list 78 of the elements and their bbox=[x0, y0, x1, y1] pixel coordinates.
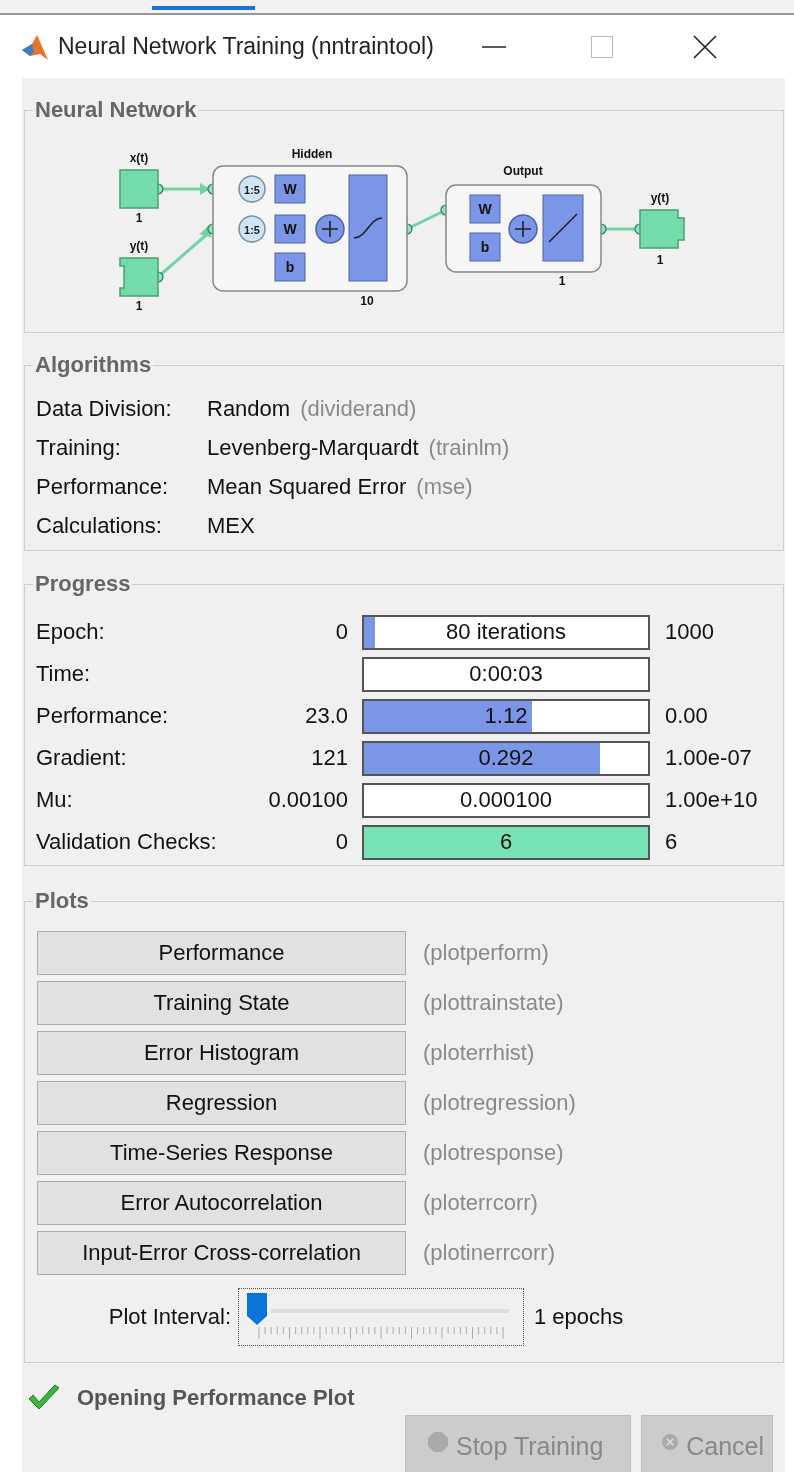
delay-node: 1:5 bbox=[238, 215, 266, 243]
plot-button[interactable]: Time-Series Response bbox=[37, 1131, 406, 1175]
end-value: 1.00e+10 bbox=[665, 787, 758, 813]
function-name: (trainlm) bbox=[428, 434, 510, 461]
start-value: 0 bbox=[335, 829, 348, 855]
function-name: (plotperform) bbox=[423, 939, 549, 967]
minimize-icon[interactable] bbox=[481, 45, 506, 48]
status-message: Opening Performance Plot bbox=[77, 1385, 355, 1411]
diagram-label: 1 bbox=[135, 299, 143, 313]
diagram-label: Hidden bbox=[291, 147, 333, 161]
function-name: (ploterrcorr) bbox=[423, 1189, 538, 1217]
end-value: 1.00e-07 bbox=[665, 745, 752, 771]
weight-block: W bbox=[469, 194, 501, 224]
transfer-function-block bbox=[542, 194, 584, 262]
delay-node: 1:5 bbox=[238, 175, 266, 203]
field-label: Calculations: bbox=[36, 512, 163, 539]
progress-label: Performance: bbox=[36, 703, 170, 729]
close-icon[interactable] bbox=[692, 34, 717, 59]
function-name: (dividerand) bbox=[300, 395, 417, 422]
stop-sign-icon bbox=[428, 1432, 448, 1452]
slider-reading: 1 epochs bbox=[534, 1304, 624, 1330]
progress-label: Gradient: bbox=[36, 745, 128, 771]
plot-button[interactable]: Training State bbox=[37, 981, 406, 1025]
diagram-label: x(t) bbox=[129, 151, 149, 165]
diagram-label: 1 bbox=[656, 253, 664, 267]
start-value: 121 bbox=[311, 745, 348, 771]
field-value: MEX bbox=[207, 512, 255, 539]
bar-value: 0.292 bbox=[478, 745, 534, 771]
field-label: Data Division: bbox=[36, 395, 173, 422]
field-label: Training: bbox=[36, 434, 122, 461]
bias-block: b bbox=[274, 252, 306, 282]
plot-button[interactable]: Input-Error Cross-correlation bbox=[37, 1231, 406, 1275]
progress-label: Mu: bbox=[36, 787, 74, 813]
bar-value: 6 bbox=[499, 829, 513, 855]
weight-block: W bbox=[274, 214, 306, 244]
function-name: (plotresponse) bbox=[423, 1139, 564, 1167]
progress-label: Time: bbox=[36, 661, 92, 687]
field-value: Mean Squared Error bbox=[207, 473, 407, 500]
plot-button[interactable]: Error Histogram bbox=[37, 1031, 406, 1075]
input-block bbox=[119, 169, 159, 209]
diagram-label: Output bbox=[503, 164, 543, 178]
diagram-label: 1 bbox=[558, 274, 566, 288]
function-name: (plotregression) bbox=[423, 1089, 576, 1117]
weight-block: W bbox=[274, 174, 306, 204]
slider-thumb[interactable] bbox=[246, 1292, 268, 1326]
plot-button[interactable]: Regression bbox=[37, 1081, 406, 1125]
progress-label: Validation Checks: bbox=[36, 829, 218, 855]
plot-button[interactable]: Performance bbox=[37, 931, 406, 975]
diagram-label: y(t) bbox=[650, 191, 670, 205]
input-block bbox=[119, 257, 159, 297]
plot-button[interactable]: Error Autocorrelation bbox=[37, 1181, 406, 1225]
function-name: (ploterrhist) bbox=[423, 1039, 535, 1067]
sum-node-icon bbox=[315, 214, 345, 244]
end-value: 6 bbox=[665, 829, 678, 855]
window-title: Neural Network Training (nntraintool) bbox=[58, 33, 434, 60]
bias-block: b bbox=[469, 232, 501, 262]
progress-label: Epoch: bbox=[36, 619, 106, 645]
sum-node-icon bbox=[508, 214, 538, 244]
bar-value: 1.12 bbox=[484, 703, 528, 729]
field-value: Levenberg-Marquardt bbox=[207, 434, 419, 461]
bar-value: 80 iterations bbox=[446, 619, 566, 645]
cancel-icon bbox=[662, 1432, 679, 1452]
field-value: Random bbox=[207, 395, 291, 422]
output-block bbox=[639, 209, 685, 249]
diagram-label: y(t) bbox=[129, 239, 149, 253]
start-value: 23.0 bbox=[305, 703, 348, 729]
function-name: (plotinerrcorr) bbox=[423, 1239, 556, 1267]
field-label: Performance: bbox=[36, 473, 170, 500]
start-value: 0.00100 bbox=[268, 787, 348, 813]
end-value: 1000 bbox=[665, 619, 714, 645]
start-value: 0 bbox=[335, 619, 348, 645]
function-name: (plottrainstate) bbox=[423, 989, 564, 1017]
end-value: 0.00 bbox=[665, 703, 708, 729]
diagram-label: 1 bbox=[135, 211, 143, 225]
slider[interactable] bbox=[238, 1288, 524, 1346]
slider-label: Plot Interval: bbox=[107, 1304, 231, 1330]
function-name: (mse) bbox=[416, 473, 473, 500]
diagram-label: 10 bbox=[360, 294, 374, 308]
